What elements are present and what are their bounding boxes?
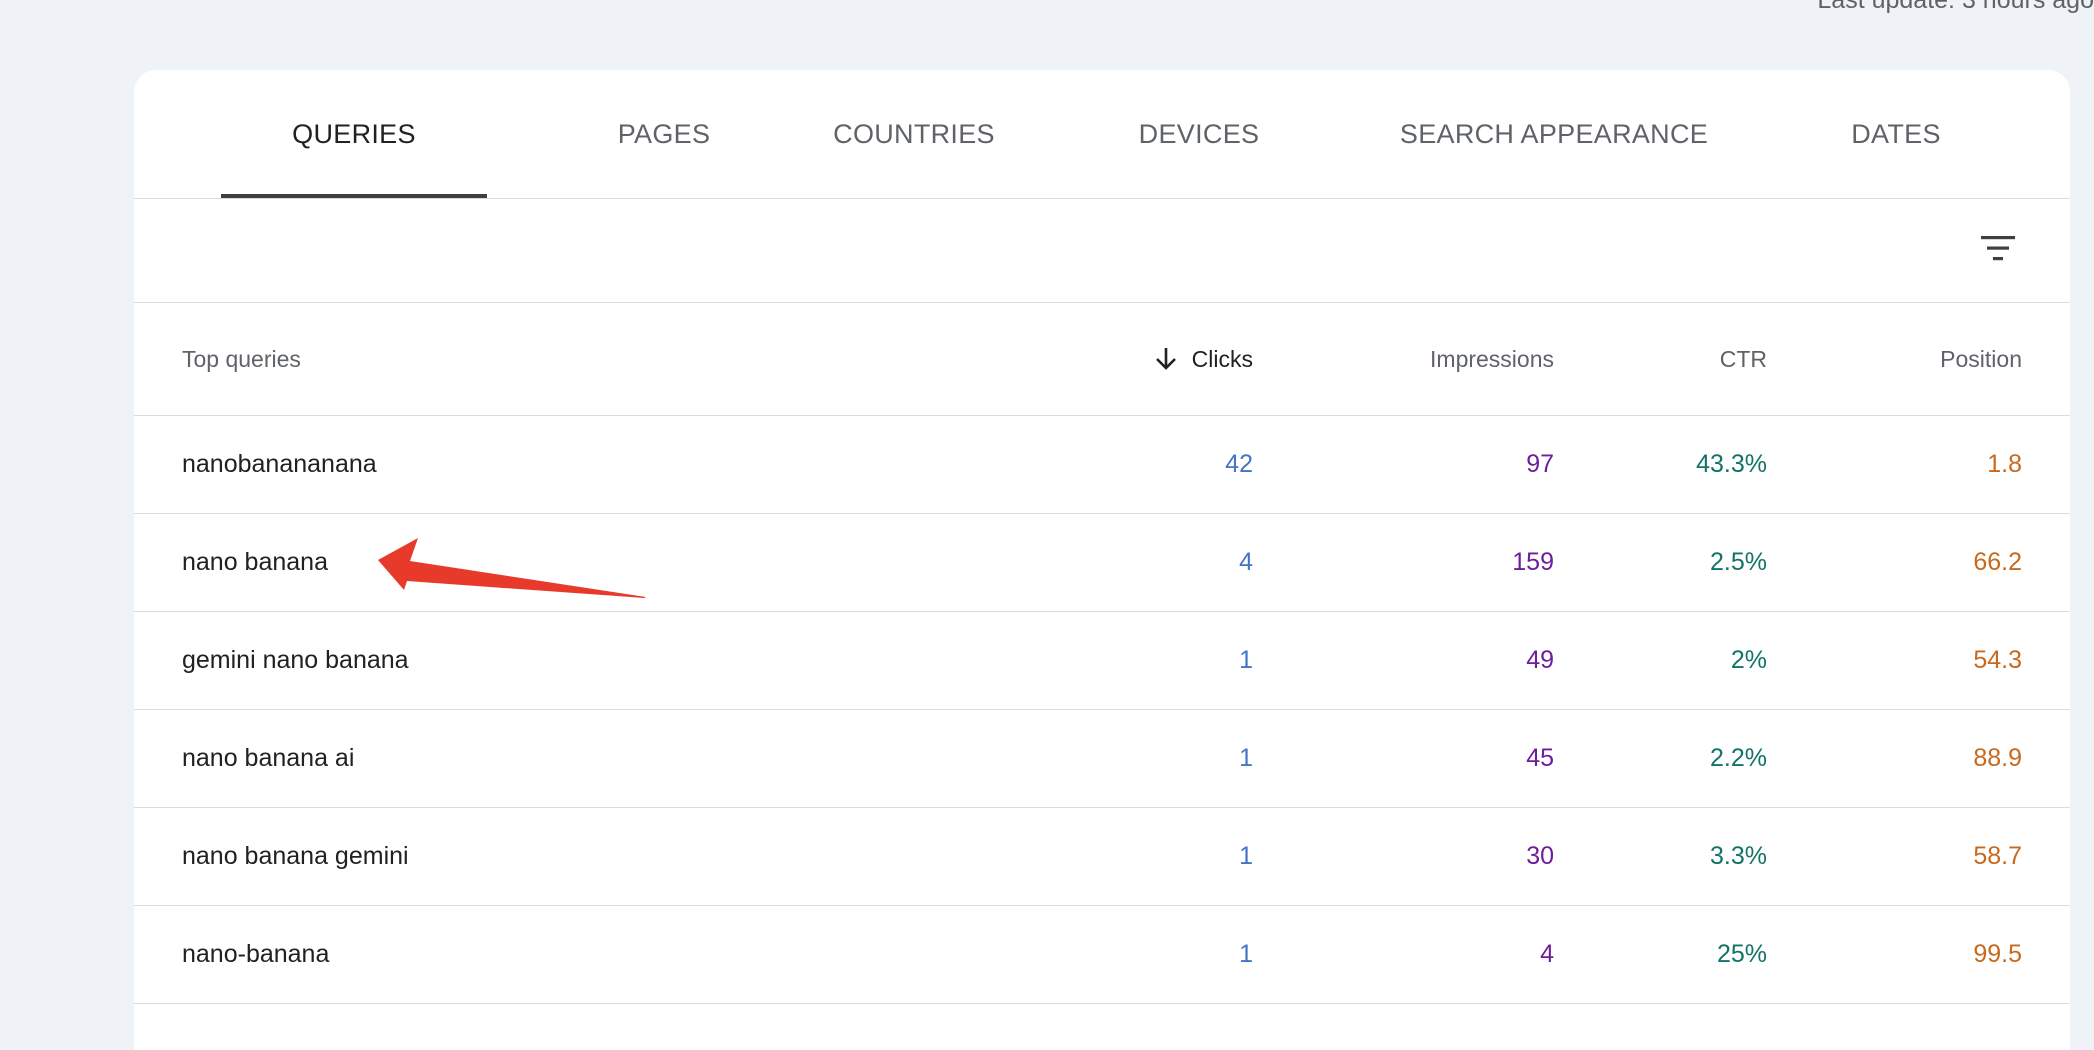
active-tab-indicator	[221, 194, 487, 198]
impressions-cell: 4	[1540, 940, 1554, 968]
clicks-cell: 42	[1225, 450, 1253, 478]
query-cell: nano-banana	[182, 940, 330, 968]
column-header-top-queries: Top queries	[182, 345, 301, 372]
position-cell: 54.3	[1973, 646, 2022, 674]
table-header-row: Top queries Clicks Impressions CTR Posit…	[134, 303, 2070, 416]
impressions-cell: 49	[1526, 646, 1554, 674]
tab-label: DEVICES	[1138, 118, 1260, 149]
filter-list-icon[interactable]	[1978, 229, 2018, 269]
table-toolbar	[134, 199, 2070, 303]
tab-queries[interactable]: QUERIES	[221, 70, 487, 198]
impressions-cell: 97	[1526, 450, 1554, 478]
clicks-cell: 4	[1239, 548, 1253, 576]
tab-label: DATES	[1851, 118, 1941, 149]
clicks-cell: 1	[1239, 940, 1253, 968]
tab-label: QUERIES	[292, 118, 416, 149]
clicks-cell: 1	[1239, 842, 1253, 870]
performance-table-card: QUERIES PAGES COUNTRIES DEVICES SEARCH A…	[134, 70, 2070, 1050]
query-cell: nano banana	[182, 548, 328, 576]
ctr-cell: 3.3%	[1710, 842, 1767, 870]
column-header-label: Clicks	[1191, 345, 1253, 372]
ctr-cell: 25%	[1716, 940, 1767, 968]
table-row[interactable]: nano banana gemini 1 30 3.3% 58.7	[134, 808, 2070, 906]
column-header-impressions[interactable]: Impressions	[1430, 346, 1554, 373]
table-row[interactable]: nanobanananana 42 97 43.3% 1.8	[134, 416, 2070, 514]
ctr-cell: 2.2%	[1710, 744, 1767, 772]
position-cell: 58.7	[1973, 842, 2022, 870]
position-cell: 66.2	[1973, 548, 2022, 576]
tab-label: COUNTRIES	[833, 118, 995, 149]
column-header-position[interactable]: Position	[1940, 346, 2022, 373]
table-row[interactable]: nano banana ai 1 45 2.2% 88.9	[134, 710, 2070, 808]
table-row[interactable]: nano banana 4 159 2.5% 66.2	[134, 514, 2070, 612]
position-cell: 88.9	[1973, 744, 2022, 772]
ctr-cell: 43.3%	[1696, 450, 1767, 478]
query-cell: gemini nano banana	[182, 646, 409, 674]
impressions-cell: 45	[1526, 744, 1554, 772]
tab-dates[interactable]: DATES	[1784, 70, 2008, 198]
clicks-cell: 1	[1239, 646, 1253, 674]
tab-countries[interactable]: COUNTRIES	[794, 70, 1034, 198]
table-row[interactable]: nano-banana 1 4 25% 99.5	[134, 906, 2070, 1004]
ctr-cell: 2%	[1730, 646, 1767, 674]
tab-search-appearance[interactable]: SEARCH APPEARANCE	[1364, 70, 1744, 198]
query-cell: nano banana ai	[182, 744, 355, 772]
position-cell: 1.8	[1987, 450, 2022, 478]
column-header-ctr[interactable]: CTR	[1720, 346, 1767, 373]
tab-pages[interactable]: PAGES	[564, 70, 764, 198]
ctr-cell: 2.5%	[1710, 548, 1767, 576]
clicks-cell: 1	[1239, 744, 1253, 772]
query-cell: nanobanananana	[182, 450, 377, 478]
last-update-text: Last update: 3 hours ago	[1817, 0, 2094, 14]
tab-label: PAGES	[617, 118, 711, 149]
impressions-cell: 30	[1526, 842, 1554, 870]
table-row[interactable]: gemini nano banana 1 49 2% 54.3	[134, 612, 2070, 710]
arrow-down-icon	[1155, 348, 1176, 370]
dimension-tabs: QUERIES PAGES COUNTRIES DEVICES SEARCH A…	[134, 70, 2070, 199]
tab-devices[interactable]: DEVICES	[1084, 70, 1314, 198]
query-cell: nano banana gemini	[182, 842, 409, 870]
position-cell: 99.5	[1973, 940, 2022, 968]
column-header-clicks[interactable]: Clicks	[1154, 346, 1253, 373]
impressions-cell: 159	[1512, 548, 1554, 576]
tab-label: SEARCH APPEARANCE	[1399, 118, 1709, 149]
